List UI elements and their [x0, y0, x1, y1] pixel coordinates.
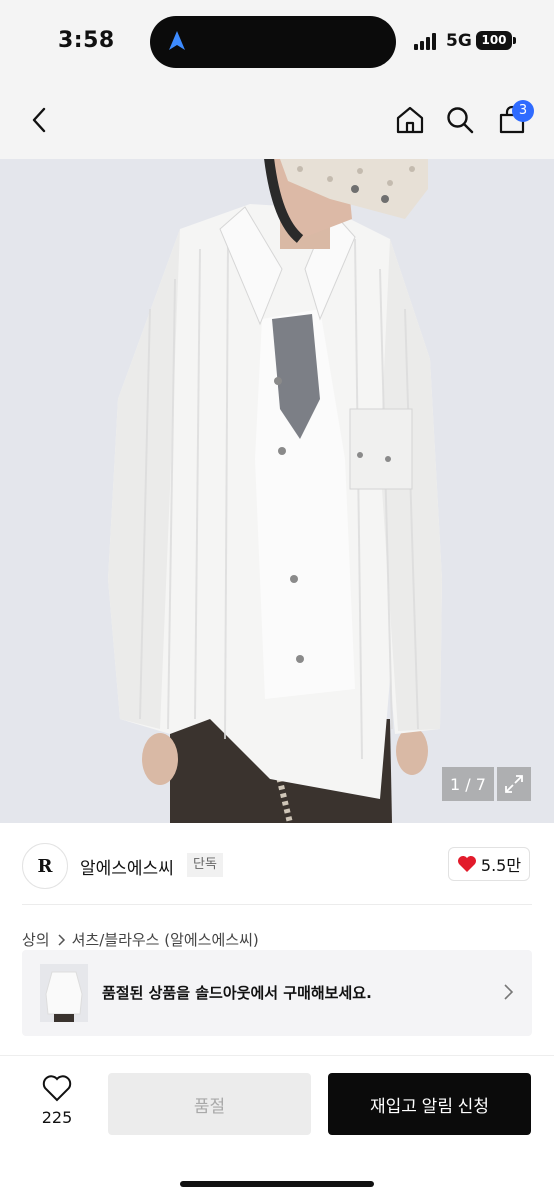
like-button[interactable]: 5.5만 — [448, 847, 530, 881]
breadcrumb-subcategory[interactable]: 셔츠/블라우스 (알에스에스씨) — [72, 929, 259, 950]
battery-indicator: 100 — [476, 31, 516, 50]
brand-row: R 알에스에스씨 단독 5.5만 — [0, 823, 554, 905]
status-time: 3:58 — [58, 28, 115, 53]
like-count: 5.5만 — [480, 856, 522, 875]
breadcrumb-category[interactable]: 상의 — [22, 929, 50, 950]
banner-thumbnail — [40, 964, 88, 1022]
soldout-button: 품절 — [108, 1073, 311, 1135]
breadcrumb: 상의 셔츠/블라우스 (알에스에스씨) — [22, 929, 259, 950]
gallery-pager: 1 / 7 — [442, 767, 494, 801]
cart-button[interactable]: 3 — [490, 98, 534, 142]
expand-icon — [505, 775, 523, 793]
product-image-gallery[interactable]: 1 / 7 — [0, 159, 554, 823]
bottom-divider — [0, 1055, 554, 1056]
cart-badge: 3 — [512, 100, 534, 122]
wish-count: 225 — [41, 1108, 73, 1127]
product-photo — [0, 159, 554, 823]
status-bar: 3:58 5G 100 — [0, 0, 554, 84]
heart-icon — [457, 856, 476, 872]
dynamic-island — [150, 16, 396, 68]
expand-button[interactable] — [497, 767, 531, 801]
brand-logo[interactable]: R — [22, 843, 68, 889]
heart-icon — [42, 1075, 72, 1102]
divider — [22, 904, 532, 905]
chevron-right-icon — [504, 984, 514, 1000]
brand-name[interactable]: 알에스에스씨 — [80, 854, 174, 879]
search-button[interactable] — [438, 98, 482, 142]
exclusive-badge: 단독 — [187, 853, 223, 877]
back-button[interactable] — [18, 98, 62, 142]
soldout-banner[interactable]: 품절된 상품을 솔드아웃에서 구매해보세요. — [22, 950, 532, 1036]
back-icon — [32, 107, 46, 133]
home-icon — [396, 106, 424, 134]
wish-button[interactable]: 225 — [32, 1074, 82, 1127]
nav-bar: 3 — [0, 84, 554, 159]
home-button[interactable] — [388, 98, 432, 142]
chevron-right-icon — [58, 933, 65, 946]
restock-alert-button[interactable]: 재입고 알림 신청 — [328, 1073, 531, 1135]
search-icon — [447, 107, 474, 134]
navigation-arrow-icon — [169, 31, 185, 50]
home-indicator — [180, 1181, 374, 1187]
signal-icon — [414, 32, 440, 50]
network-label: 5G — [446, 31, 472, 51]
banner-text: 품절된 상품을 솔드아웃에서 구매해보세요. — [102, 984, 372, 1002]
